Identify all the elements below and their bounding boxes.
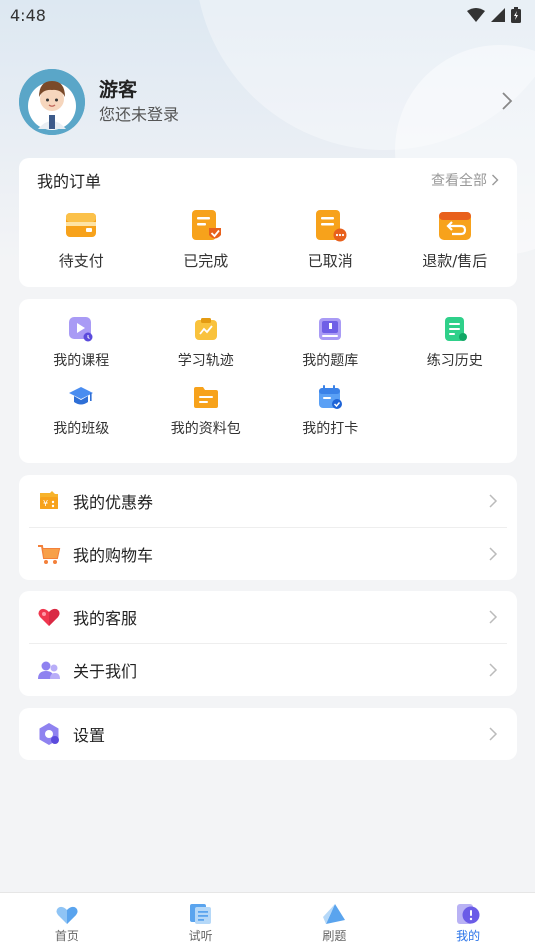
practice-history-icon	[444, 317, 467, 341]
order-label: 待支付	[58, 252, 104, 270]
chevron-right-icon	[492, 174, 499, 186]
feature-practice-history[interactable]: 练习历史	[393, 316, 518, 370]
status-bar: 4:48	[0, 0, 535, 30]
home-heart-icon	[56, 906, 78, 924]
practice-icon	[323, 904, 346, 924]
menu-group-settings: 设置	[19, 708, 517, 760]
order-pending-payment[interactable]: 待支付	[19, 208, 144, 271]
profile-header[interactable]: 游客 您还未登录	[19, 69, 519, 135]
menu-item-about-us[interactable]: 关于我们	[19, 644, 517, 696]
orders-card: 我的订单 查看全部 待支付 已完成 已取消 退款/售后	[19, 158, 517, 287]
chevron-right-icon	[489, 610, 498, 624]
view-all-orders-link[interactable]: 查看全部	[431, 170, 499, 190]
menu-item-coupons[interactable]: ¥ 我的优惠券	[19, 475, 517, 527]
feature-study-track[interactable]: 学习轨迹	[144, 316, 269, 370]
settings-icon	[37, 722, 61, 746]
tab-label: 首页	[54, 929, 79, 943]
feature-label: 练习历史	[426, 353, 483, 369]
signal-icon	[491, 8, 505, 22]
tab-audition[interactable]: 试听	[134, 893, 268, 951]
feature-label: 我的打卡	[302, 421, 359, 437]
chevron-right-icon	[489, 727, 498, 741]
refund-icon	[438, 212, 471, 240]
profile-name: 游客	[99, 79, 138, 101]
profile-icon	[457, 904, 480, 924]
class-icon	[69, 387, 94, 405]
orders-title: 我的订单	[37, 172, 102, 191]
tab-practice[interactable]: 刷题	[268, 893, 402, 951]
feature-label: 我的课程	[53, 353, 110, 369]
avatar[interactable]	[19, 69, 85, 135]
features-card: 我的课程 学习轨迹 我的题库 练习历史 我的班级 我的资料包 我的打卡	[19, 299, 517, 463]
view-all-label: 查看全部	[431, 173, 487, 189]
bottom-tab-bar: 首页 试听 刷题 我的	[0, 892, 535, 951]
feature-my-courses[interactable]: 我的课程	[19, 316, 144, 370]
feature-label: 我的资料包	[170, 421, 241, 437]
feature-my-class[interactable]: 我的班级	[19, 384, 144, 438]
menu-group-support: 我的客服 关于我们	[19, 591, 517, 696]
cancelled-order-icon	[316, 210, 347, 242]
chevron-right-icon	[489, 663, 498, 677]
order-completed[interactable]: 已完成	[144, 208, 269, 271]
feature-label: 学习轨迹	[177, 353, 234, 369]
about-people-icon	[37, 658, 61, 682]
menu-item-label: 我的购物车	[73, 546, 154, 565]
cart-icon	[37, 542, 61, 566]
feature-check-in[interactable]: 我的打卡	[268, 384, 393, 438]
login-prompt: 您还未登录	[99, 105, 180, 124]
heart-service-icon	[37, 605, 61, 629]
order-label: 已完成	[183, 252, 229, 270]
tab-label: 刷题	[322, 929, 347, 943]
svg-text:¥: ¥	[43, 499, 48, 508]
order-refund[interactable]: 退款/售后	[393, 208, 518, 271]
check-in-calendar-icon	[319, 385, 343, 409]
battery-icon	[511, 7, 521, 23]
order-label: 已取消	[307, 252, 353, 270]
wifi-icon	[467, 8, 485, 22]
study-track-icon	[194, 318, 217, 340]
coupon-icon: ¥	[37, 489, 61, 513]
tab-home[interactable]: 首页	[0, 893, 134, 951]
feature-question-bank[interactable]: 我的题库	[268, 316, 393, 370]
feature-label: 我的班级	[53, 421, 110, 437]
menu-item-label: 我的客服	[73, 609, 138, 628]
status-time: 4:48	[10, 5, 46, 25]
feature-materials[interactable]: 我的资料包	[144, 384, 269, 438]
materials-folder-icon	[193, 387, 218, 408]
course-icon	[69, 317, 93, 342]
audition-icon	[189, 904, 211, 924]
wallet-icon	[66, 213, 97, 237]
tab-mine[interactable]: 我的	[401, 893, 535, 951]
menu-group-wallet: ¥ 我的优惠券 我的购物车	[19, 475, 517, 580]
tab-label: 试听	[188, 929, 213, 943]
question-bank-icon	[319, 318, 342, 340]
tab-label: 我的	[456, 929, 481, 943]
menu-item-label: 关于我们	[73, 662, 138, 681]
chevron-right-icon[interactable]	[501, 91, 513, 111]
chevron-right-icon	[489, 547, 498, 561]
order-cancelled[interactable]: 已取消	[268, 208, 393, 271]
menu-item-label: 我的优惠券	[73, 493, 154, 512]
completed-order-icon	[191, 210, 221, 240]
chevron-right-icon	[489, 494, 498, 508]
feature-label: 我的题库	[302, 353, 359, 369]
menu-item-cart[interactable]: 我的购物车	[19, 528, 517, 580]
menu-item-settings[interactable]: 设置	[19, 708, 517, 760]
order-label: 退款/售后	[422, 252, 488, 270]
menu-item-label: 设置	[73, 726, 106, 745]
menu-item-customer-service[interactable]: 我的客服	[19, 591, 517, 643]
